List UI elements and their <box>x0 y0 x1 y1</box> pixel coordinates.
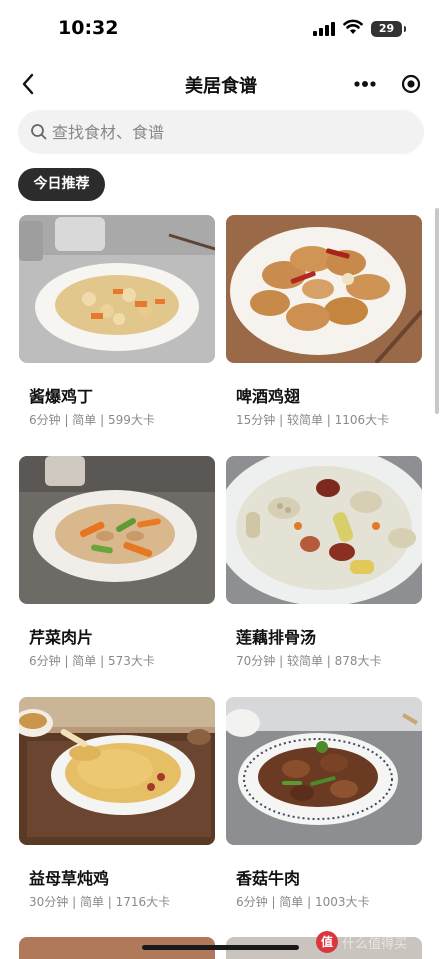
watermark: 值 什么值得买 <box>316 931 407 953</box>
watermark-text: 什么值得买 <box>342 936 408 952</box>
nav-bar: 美居食谱 <box>0 56 442 112</box>
recipe-title: 香菇牛肉 <box>236 869 301 888</box>
wifi-icon <box>343 19 363 34</box>
recipe-meta: 6分钟 | 简单 | 599大卡 <box>29 413 155 427</box>
status-time: 10:32 <box>58 17 119 39</box>
recipe-meta: 6分钟 | 简单 | 573大卡 <box>29 654 155 668</box>
recipe-meta: 6分钟 | 简单 | 1003大卡 <box>236 895 370 909</box>
recipe-title: 酱爆鸡丁 <box>29 387 94 406</box>
scroll-indicator[interactable] <box>435 208 439 414</box>
recipe-meta: 70分钟 | 较简单 | 878大卡 <box>236 654 382 668</box>
battery-indicator: 29 <box>371 21 406 37</box>
search-box[interactable] <box>18 110 424 154</box>
recipe-image <box>19 697 215 845</box>
recipe-image <box>19 215 215 363</box>
recipe-card[interactable]: 啤酒鸡翅 15分钟 | 较简单 | 1106大卡 <box>226 215 422 441</box>
status-bar: 10:32 29 <box>0 0 442 56</box>
target-circle-icon <box>401 74 421 93</box>
recipe-card[interactable]: 莲藕排骨汤 70分钟 | 较简单 | 878大卡 <box>226 456 422 682</box>
recipe-title: 芹菜肉片 <box>29 628 94 647</box>
recipe-card[interactable]: 芹菜肉片 6分钟 | 简单 | 573大卡 <box>19 456 215 682</box>
recipe-image <box>226 456 422 604</box>
watermark-logo-icon: 值 <box>316 931 338 953</box>
recipe-card[interactable]: 酱爆鸡丁 6分钟 | 简单 | 599大卡 <box>19 215 215 441</box>
recipe-title: 啤酒鸡翅 <box>236 387 301 406</box>
more-button[interactable] <box>342 67 388 100</box>
recipe-image <box>226 215 422 363</box>
recipe-title: 益母草炖鸡 <box>29 869 110 888</box>
recipe-title: 莲藕排骨汤 <box>236 628 317 647</box>
recipe-meta: 30分钟 | 简单 | 1716大卡 <box>29 895 171 909</box>
recipe-card[interactable]: 香菇牛肉 6分钟 | 简单 | 1003大卡 <box>226 697 422 923</box>
mini-program-capsule <box>342 67 434 100</box>
search-icon <box>31 124 47 140</box>
close-button[interactable] <box>388 67 434 100</box>
recipe-card[interactable]: 益母草炖鸡 30分钟 | 简单 | 1716大卡 <box>19 697 215 923</box>
recipe-meta: 15分钟 | 较简单 | 1106大卡 <box>236 413 390 427</box>
tag-today-recommend[interactable]: 今日推荐 <box>18 168 105 201</box>
signal-icon <box>313 22 337 36</box>
recipe-image <box>19 456 215 604</box>
search-input[interactable] <box>52 110 412 154</box>
recipe-image <box>226 697 422 845</box>
home-indicator <box>142 945 299 950</box>
more-dots-icon <box>354 80 376 87</box>
